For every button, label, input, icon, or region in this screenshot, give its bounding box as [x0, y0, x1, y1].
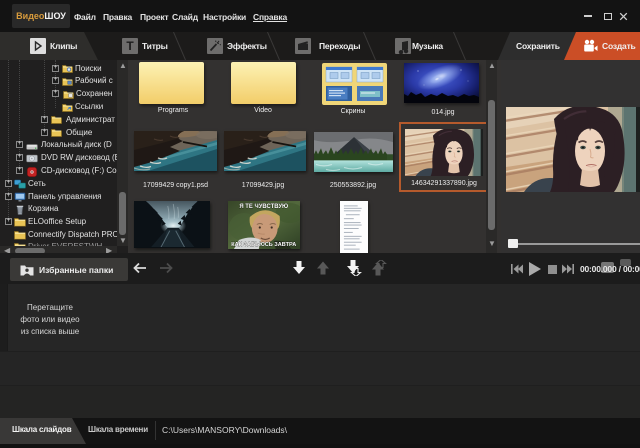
svg-text:КАК ЗАБЬЮСЬ ЗАВТРА: КАК ЗАБЬЮСЬ ЗАВТРА — [231, 242, 296, 248]
svg-text:Я ТЕ ЧУВСТВУЮ: Я ТЕ ЧУВСТВУЮ — [239, 204, 288, 210]
